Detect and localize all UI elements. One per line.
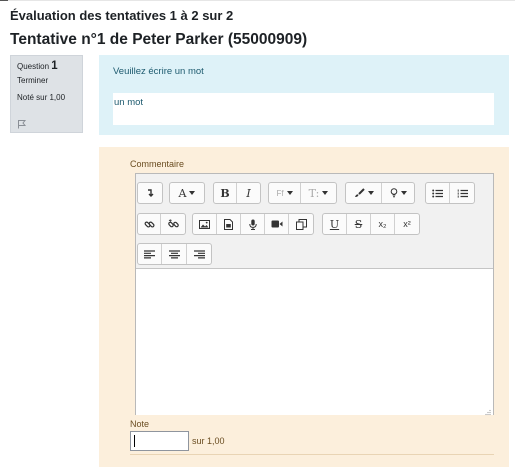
bold-icon: B [220, 186, 230, 200]
toolbar-group-font-color: A [169, 182, 205, 204]
unordered-list-button[interactable] [426, 183, 450, 203]
question-state: Terminer [17, 76, 49, 85]
question-number-value: 1 [51, 60, 58, 72]
question-max-grade: Noté sur 1,00 [17, 93, 66, 102]
italic-button[interactable]: I [237, 183, 260, 203]
chevron-down-icon [189, 191, 196, 195]
comment-section: Commentaire A B I Ff T: U S x₂ x² Note s… [99, 147, 509, 467]
grade-max-text: sur 1,00 [192, 436, 225, 446]
font-color-button[interactable]: A [170, 183, 204, 203]
toolbar-group-align [137, 243, 212, 265]
editor-content-area[interactable] [136, 270, 493, 415]
collapse-icon [145, 188, 155, 198]
grade-divider [130, 454, 494, 455]
align-left-button[interactable] [138, 244, 162, 264]
resize-handle-icon[interactable] [483, 404, 491, 416]
image-button[interactable] [193, 214, 217, 234]
question-formulation: Veuillez écrire un mot un mot [99, 55, 509, 135]
video-camera-icon [271, 220, 283, 228]
align-right-icon [193, 249, 205, 259]
strikethrough-button[interactable]: S [347, 214, 371, 234]
font-color-icon: A [178, 186, 187, 200]
bold-button[interactable]: B [214, 183, 237, 203]
media-button[interactable] [217, 214, 241, 234]
top-divider-accent [0, 0, 8, 1]
flag-icon[interactable] [17, 116, 27, 129]
ordered-list-icon [457, 189, 468, 198]
answer-box: un mot [113, 93, 494, 125]
toolbar-group-media [192, 213, 314, 235]
question-number: Question 1 [17, 60, 76, 72]
manage-files-button[interactable] [289, 214, 313, 234]
grade-label: Note [130, 419, 150, 429]
subscript-icon: x₂ [378, 219, 387, 229]
underline-button[interactable]: U [323, 214, 347, 234]
paint-brush-icon [354, 188, 365, 198]
grade-input[interactable] [130, 431, 189, 451]
media-icon [224, 218, 233, 230]
superscript-button[interactable]: x² [395, 214, 419, 234]
underline-icon: U [329, 217, 340, 231]
record-audio-button[interactable] [241, 214, 265, 234]
toolbar-group-lists [425, 182, 475, 204]
toolbar-group-brush [345, 182, 415, 204]
text-cursor [134, 435, 135, 447]
align-left-icon [144, 249, 155, 259]
toolbar-group-style: B I [213, 182, 261, 204]
question-label: Question [17, 62, 50, 71]
font-family-icon: Ff [276, 188, 284, 198]
question-text: Veuillez écrire un mot [113, 66, 204, 77]
align-center-button[interactable] [162, 244, 187, 264]
question-info-panel: Question 1 Terminer Noté sur 1,00 [10, 55, 83, 133]
files-icon [295, 218, 307, 230]
font-family-button[interactable]: Ff [269, 183, 301, 203]
image-icon [199, 219, 210, 229]
italic-icon: I [246, 186, 251, 200]
link-icon [144, 219, 155, 230]
chevron-down-icon [367, 191, 374, 195]
comment-editor: A B I Ff T: U S x₂ x² [135, 173, 494, 416]
lightbulb-button[interactable] [382, 183, 414, 203]
strikethrough-icon: S [354, 217, 363, 231]
collapse-toolbar-button[interactable] [138, 183, 162, 203]
toolbar-group-links [137, 213, 186, 235]
attempt-title: Tentative n°1 de Peter Parker (55000909) [10, 31, 308, 48]
unordered-list-icon [432, 189, 443, 198]
editor-toolbar: A B I Ff T: U S x₂ x² [136, 174, 493, 269]
paint-brush-button[interactable] [346, 183, 382, 203]
lightbulb-icon [390, 188, 398, 198]
toolbar-group-format: U S x₂ x² [322, 213, 420, 235]
comment-label: Commentaire [130, 159, 185, 169]
toolbar-group-font: Ff T: [268, 182, 337, 204]
toolbar-group-collapse [137, 182, 163, 204]
unlink-icon [167, 218, 179, 230]
ordered-list-button[interactable] [450, 183, 474, 203]
font-size-icon: T: [308, 186, 320, 200]
superscript-icon: x² [403, 219, 411, 229]
font-size-button[interactable]: T: [301, 183, 336, 203]
record-video-button[interactable] [265, 214, 289, 234]
align-right-button[interactable] [187, 244, 211, 264]
chevron-down-icon [322, 191, 329, 195]
link-button[interactable] [138, 214, 161, 234]
unlink-button[interactable] [161, 214, 185, 234]
top-divider [0, 0, 515, 1]
microphone-icon [248, 219, 257, 230]
chevron-down-icon [400, 191, 407, 195]
subscript-button[interactable]: x₂ [371, 214, 395, 234]
answer-text: un mot [114, 97, 144, 108]
page-heading: Évaluation des tentatives 1 à 2 sur 2 [10, 8, 234, 23]
align-center-icon [168, 249, 180, 259]
chevron-down-icon [286, 191, 293, 195]
